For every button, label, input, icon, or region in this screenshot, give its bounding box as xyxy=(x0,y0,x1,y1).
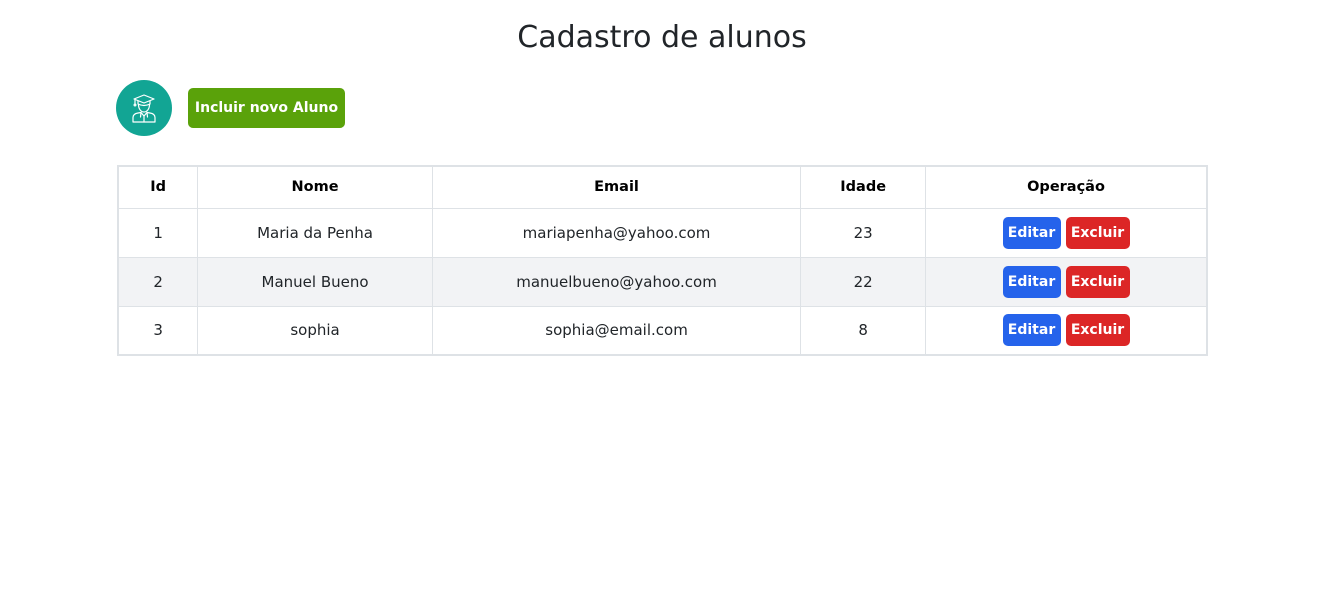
edit-button[interactable]: Editar xyxy=(1002,314,1061,347)
column-header-id: Id xyxy=(117,165,199,209)
column-header-nome: Nome xyxy=(197,165,433,209)
cell-nome: Maria da Penha xyxy=(197,207,433,258)
cell-idade: 8 xyxy=(800,305,927,356)
cell-idade: 23 xyxy=(800,207,927,258)
cell-operacao: Editar Excluir xyxy=(925,207,1208,258)
column-header-idade: Idade xyxy=(800,165,927,209)
graduate-student-icon xyxy=(132,94,156,123)
table-row: 2 Manuel Bueno manuelbueno@yahoo.com 22 … xyxy=(117,256,1208,307)
cell-nome: sophia xyxy=(197,305,433,356)
cell-idade: 22 xyxy=(800,256,927,307)
page: Cadastro de alunos Incluir novo Aluno Id… xyxy=(0,0,1339,600)
cell-id: 1 xyxy=(117,207,199,258)
cell-email: manuelbueno@yahoo.com xyxy=(431,256,802,307)
cell-id: 3 xyxy=(117,305,199,356)
cell-id: 2 xyxy=(117,256,199,307)
students-table: Id Nome Email Idade Operação 1 Maria da … xyxy=(117,165,1208,356)
cell-email: mariapenha@yahoo.com xyxy=(431,207,802,258)
table-row: 1 Maria da Penha mariapenha@yahoo.com 23… xyxy=(117,207,1208,258)
cell-nome: Manuel Bueno xyxy=(197,256,433,307)
column-header-operacao: Operação xyxy=(925,165,1208,209)
students-table-container: Id Nome Email Idade Operação 1 Maria da … xyxy=(117,165,1208,356)
avatar xyxy=(116,80,172,136)
table-row: 3 sophia sophia@email.com 8 Editar Exclui… xyxy=(117,305,1208,356)
add-student-button[interactable]: Incluir novo Aluno xyxy=(188,88,345,128)
delete-button[interactable]: Excluir xyxy=(1065,265,1130,298)
page-title: Cadastro de alunos xyxy=(517,20,807,55)
cell-email: sophia@email.com xyxy=(431,305,802,356)
delete-button[interactable]: Excluir xyxy=(1065,216,1130,249)
table-header-row: Id Nome Email Idade Operação xyxy=(117,165,1208,209)
cell-operacao: Editar Excluir xyxy=(925,305,1208,356)
edit-button[interactable]: Editar xyxy=(1002,265,1061,298)
table-body: 1 Maria da Penha mariapenha@yahoo.com 23… xyxy=(117,207,1208,356)
table-header: Id Nome Email Idade Operação xyxy=(117,165,1208,209)
column-header-email: Email xyxy=(431,165,802,209)
cell-operacao: Editar Excluir xyxy=(925,256,1208,307)
edit-button[interactable]: Editar xyxy=(1002,216,1061,249)
delete-button[interactable]: Excluir xyxy=(1065,314,1130,347)
